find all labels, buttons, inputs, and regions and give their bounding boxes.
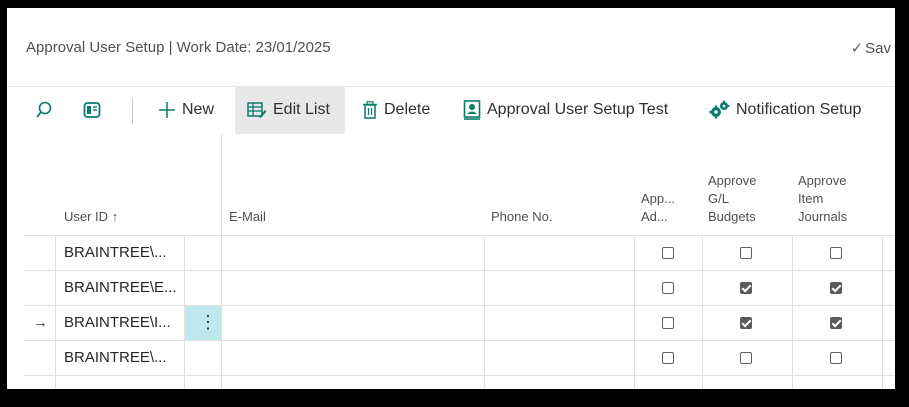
column-header-approve-item-journals[interactable]: Approve Item Journals [798,172,847,226]
approve-gl-budgets-checkbox[interactable] [740,317,752,329]
user-id-header-label: User ID [64,209,109,224]
checkmark-icon: ✓ [850,40,864,57]
approve-gl-budgets-checkbox[interactable] [740,352,752,364]
approval-administrator-checkbox[interactable] [662,317,674,329]
header-line: G/L [708,191,729,206]
toolbar-divider [132,98,133,124]
delete-label: Delete [384,101,431,118]
approve-item-journals-checkbox[interactable] [830,282,842,294]
header-line: Approve [798,173,847,188]
row-divider [24,305,895,306]
column-header-user-id[interactable]: User ID ↑ [64,208,118,226]
header-line: Item [798,191,824,206]
sort-ascending-icon: ↑ [111,209,119,224]
approval-user-grid: User ID ↑ E-Mail Phone No. App... Ad... … [7,134,895,389]
notification-setup-label: Notification Setup [736,101,862,118]
header-line: Journals [798,209,848,224]
filter-pane-button[interactable] [82,86,108,134]
row-divider [24,375,895,376]
approval-administrator-checkbox[interactable] [662,352,674,364]
header-line: Ad... [641,209,668,224]
save-button[interactable]: ✓ Sav [851,39,891,57]
user-id-cell[interactable]: BRAINTREE\... [64,244,167,261]
new-label: New [182,101,215,118]
approval-administrator-checkbox[interactable] [662,247,674,259]
search-icon [36,101,52,118]
column-divider [221,134,222,389]
column-divider [484,235,485,389]
approve-gl-budgets-checkbox[interactable] [740,282,752,294]
column-header-email[interactable]: E-Mail [229,208,266,226]
page-frame: Approval User Setup | Work Date: 23/01/2… [7,8,895,389]
approval-administrator-checkbox[interactable] [662,282,674,294]
column-divider [55,235,56,389]
approval-user-setup-test-button[interactable]: Approval User Setup Test [463,86,668,134]
header-line: Budgets [708,209,756,224]
delete-button[interactable]: Delete [362,86,430,134]
trash-icon [363,101,377,119]
edit-list-label: Edit List [273,101,330,118]
column-header-phone[interactable]: Phone No. [491,208,552,226]
approval-user-setup-test-label: Approval User Setup Test [487,101,669,118]
column-divider [792,235,793,389]
new-button[interactable]: New [158,86,214,134]
title-bar: Approval User Setup | Work Date: 23/01/2… [7,8,895,87]
column-divider [634,235,635,389]
notification-setup-button[interactable]: Notification Setup [708,86,861,134]
user-id-cell[interactable]: BRAINTREE\E... [64,279,177,296]
header-line: App... [641,191,675,206]
more-options-icon: ⋮ [199,312,217,332]
page-title: Approval User Setup | Work Date: 23/01/2… [26,39,331,56]
user-id-cell[interactable]: BRAINTREE\... [64,349,167,366]
column-header-approval-administrator[interactable]: App... Ad... [641,190,675,226]
filter-pane-icon [83,102,101,118]
approve-item-journals-checkbox[interactable] [830,352,842,364]
current-row-arrow-icon: → [33,314,48,331]
row-divider [24,340,895,341]
gears-icon [709,100,730,119]
search-button[interactable] [34,86,60,134]
row-divider [24,235,895,236]
header-line: Approve [708,173,757,188]
approve-item-journals-checkbox[interactable] [830,247,842,259]
edit-list-button[interactable]: Edit List [235,86,345,134]
test-report-icon [463,100,481,120]
save-label: Sav [865,40,891,57]
edit-list-icon [247,102,267,118]
column-header-approve-gl-budgets[interactable]: Approve G/L Budgets [708,172,756,226]
approve-item-journals-checkbox[interactable] [830,317,842,329]
row-actions-menu[interactable]: ⋮ [185,306,221,340]
action-bar: New Edit List Delete Approval User Setup… [7,86,895,134]
row-divider [24,270,895,271]
approve-gl-budgets-checkbox[interactable] [740,247,752,259]
column-divider [702,235,703,389]
plus-icon [159,102,175,118]
user-id-cell[interactable]: BRAINTREE\I... [64,314,171,331]
column-divider [882,235,883,389]
